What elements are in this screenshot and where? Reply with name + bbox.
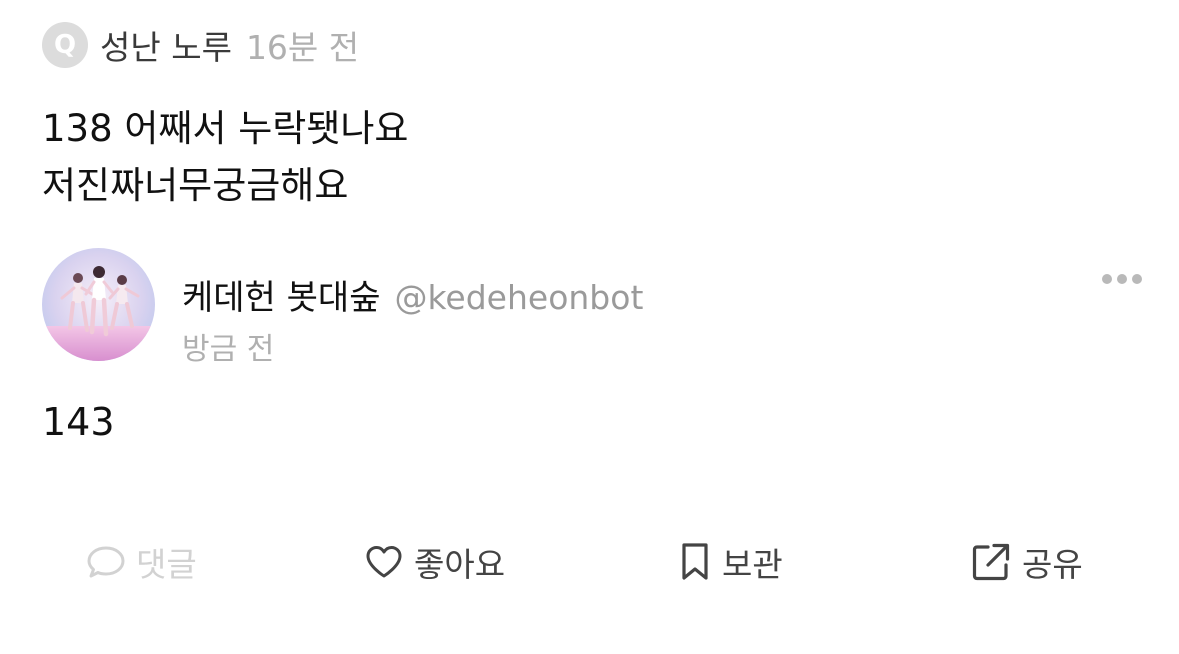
like-button[interactable]: 좋아요	[364, 532, 505, 592]
like-label: 좋아요	[414, 545, 506, 584]
comment-bubble-icon	[87, 546, 125, 578]
question-line: 138 어째서 누락됏나요	[42, 107, 409, 150]
comment-label: 댓글	[136, 545, 197, 584]
answerer-handle[interactable]: @kedeheonbot	[395, 278, 644, 317]
question-timestamp: 16분 전	[245, 28, 360, 67]
bookmark-icon	[682, 543, 708, 580]
answer-header: 케데헌 봇대숲 @kedeheonbot 방금 전	[42, 248, 1142, 367]
answerer-line: 케데헌 봇대숲 @kedeheonbot	[182, 270, 643, 319]
dot	[1132, 274, 1142, 284]
save-button[interactable]: 보관	[678, 532, 783, 592]
question-line: 저진짜너무궁금해요	[42, 164, 349, 207]
action-bar: 댓글 좋아요 보관 공유	[0, 532, 1179, 592]
answerer-name[interactable]: 케데헌 봇대숲	[182, 270, 381, 319]
q-badge-icon: Q	[42, 22, 88, 68]
question-text: 138 어째서 누락됏나요 저진짜너무궁금해요	[42, 100, 408, 214]
save-label: 보관	[722, 545, 783, 584]
share-external-icon	[972, 543, 1010, 581]
more-dots-icon[interactable]	[1102, 274, 1142, 284]
share-button[interactable]: 공유	[970, 532, 1083, 592]
comment-button[interactable]: 댓글	[86, 532, 197, 592]
avatar-image	[42, 248, 155, 361]
question-header: Q 성난 노루 16분 전	[42, 22, 359, 68]
dot	[1102, 274, 1112, 284]
answer-text: 143	[42, 400, 115, 444]
avatar[interactable]	[42, 248, 155, 361]
dot	[1117, 274, 1127, 284]
share-label: 공유	[1022, 545, 1083, 584]
asker-name[interactable]: 성난 노루	[100, 21, 232, 69]
answer-timestamp: 방금 전	[182, 332, 275, 367]
heart-icon	[366, 546, 402, 578]
